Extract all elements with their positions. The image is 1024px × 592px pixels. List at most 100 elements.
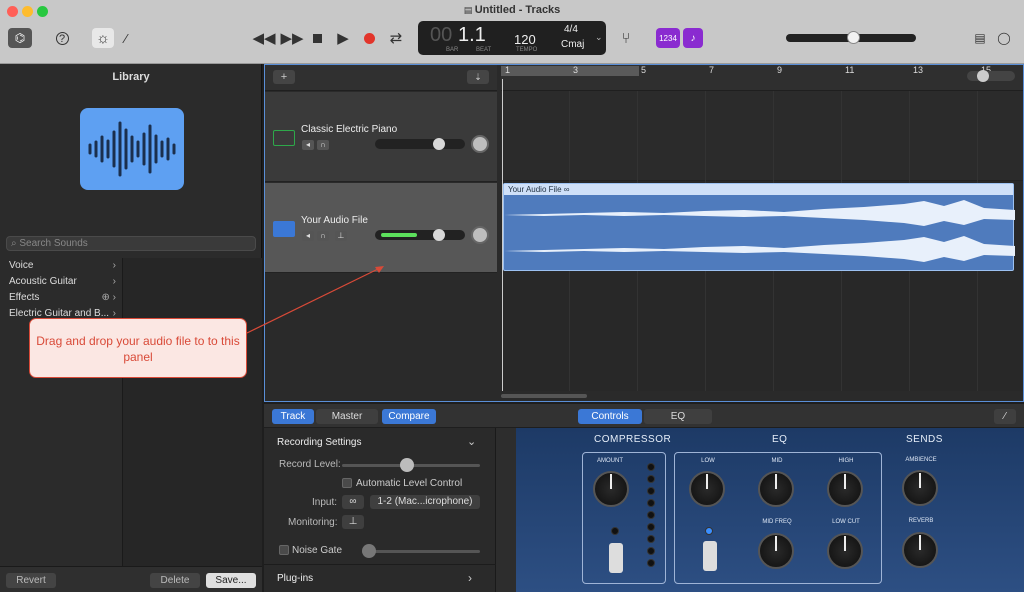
record-button[interactable] bbox=[362, 28, 376, 48]
low-cut-knob[interactable] bbox=[827, 533, 863, 569]
amount-label: AMOUNT bbox=[597, 458, 623, 464]
record-enable-button[interactable]: ⊥ bbox=[335, 231, 347, 241]
noise-gate-checkbox[interactable] bbox=[279, 545, 289, 555]
alc-checkbox[interactable] bbox=[342, 478, 352, 488]
smart-controls-button[interactable]: ☼ bbox=[92, 28, 114, 48]
fast-forward-button[interactable]: ▶▶ bbox=[280, 28, 304, 48]
mid-knob[interactable] bbox=[758, 471, 794, 507]
tab-compare[interactable]: Compare bbox=[382, 409, 436, 424]
tab-track[interactable]: Track bbox=[272, 409, 314, 424]
lcd-display[interactable]: 00 1.1 BAR BEAT 120 TEMPO 4/4 Cmaj ⌄ bbox=[418, 21, 606, 55]
tab-eq[interactable]: EQ bbox=[644, 409, 712, 424]
timeline-ruler[interactable]: 1 3 5 7 9 11 13 15 bbox=[501, 65, 1023, 91]
input-select[interactable]: 1-2 (Mac...icrophone) bbox=[370, 495, 480, 509]
library-button[interactable]: ⌬ bbox=[8, 28, 32, 48]
tempo-label: TEMPO bbox=[516, 47, 538, 53]
play-button[interactable]: ▶ bbox=[336, 28, 350, 48]
track-pan-knob[interactable] bbox=[471, 135, 489, 153]
level-meter bbox=[381, 233, 417, 237]
high-knob[interactable] bbox=[827, 471, 863, 507]
monitoring-button[interactable]: ⊥ bbox=[342, 515, 364, 529]
scrollbar-thumb[interactable] bbox=[501, 394, 587, 398]
library-item-acoustic-guitar[interactable]: Acoustic Guitar › bbox=[0, 274, 122, 290]
tuner-button[interactable]: ⑂ bbox=[618, 28, 634, 48]
fast-forward-icon: ▶▶ bbox=[280, 30, 304, 47]
mute-button[interactable]: ◂ bbox=[302, 140, 314, 150]
headphones-icon: ∩ bbox=[320, 140, 326, 149]
track-header-classic-electric-piano[interactable]: Classic Electric Piano ◂ ∩ bbox=[265, 92, 497, 182]
save-button[interactable]: Save... bbox=[206, 573, 256, 588]
track-lanes[interactable]: Your Audio File ∞ bbox=[501, 91, 1023, 391]
rewind-button[interactable]: ◀◀ bbox=[252, 28, 276, 48]
lcd-chevron-icon[interactable]: ⌄ bbox=[595, 32, 603, 43]
editors-button[interactable]: ∕ bbox=[118, 28, 134, 48]
track-volume-knob[interactable] bbox=[433, 229, 445, 241]
stop-icon bbox=[312, 33, 322, 43]
help-button[interactable]: ? bbox=[52, 28, 72, 48]
ambience-knob[interactable] bbox=[902, 470, 938, 506]
master-volume-slider[interactable] bbox=[786, 31, 916, 44]
master-volume-knob[interactable] bbox=[847, 31, 860, 44]
mute-button[interactable]: ◂ bbox=[302, 231, 314, 241]
solo-button[interactable]: ∩ bbox=[317, 231, 329, 241]
revert-button[interactable]: Revert bbox=[6, 573, 56, 588]
solo-button[interactable]: ∩ bbox=[317, 140, 329, 150]
count-in-button[interactable]: 1234 bbox=[656, 28, 680, 48]
catch-playhead-button[interactable]: ⇣ bbox=[467, 70, 489, 84]
tab-master[interactable]: Master bbox=[316, 409, 378, 424]
ruler-bar-1: 1 bbox=[505, 65, 511, 75]
delete-button[interactable]: Delete bbox=[150, 573, 200, 588]
notepad-button[interactable]: ▤ bbox=[972, 28, 988, 48]
eq-toggle-switch[interactable] bbox=[703, 541, 717, 571]
mid-label: MID bbox=[771, 458, 783, 464]
loops-button[interactable]: ◯ bbox=[996, 28, 1012, 48]
recording-settings-header[interactable]: Recording Settings bbox=[277, 437, 362, 448]
bar-beat-value: 1.1 bbox=[458, 24, 486, 46]
noise-gate-knob[interactable] bbox=[362, 544, 376, 558]
plugins-row[interactable]: Plug-ins › bbox=[264, 564, 496, 588]
chevron-down-icon[interactable]: ⌄ bbox=[467, 435, 476, 448]
metronome-button[interactable]: ♪ bbox=[683, 28, 703, 48]
record-level-knob[interactable] bbox=[400, 458, 414, 472]
pencil-icon: ∕ bbox=[124, 30, 128, 46]
track-lane-classic-electric-piano[interactable] bbox=[501, 91, 1023, 181]
download-chevron-icon: ⊕ › bbox=[101, 292, 117, 303]
tab-controls[interactable]: Controls bbox=[578, 409, 642, 424]
audio-region[interactable]: Your Audio File ∞ bbox=[503, 183, 1015, 271]
zoom-slider-knob[interactable] bbox=[977, 70, 989, 82]
add-track-button[interactable]: + bbox=[273, 70, 295, 84]
eq-title: EQ bbox=[772, 434, 788, 445]
speaker-mute-icon: ◂ bbox=[305, 140, 310, 149]
pencil-icon: ⁄ bbox=[1004, 411, 1006, 422]
track-volume-slider[interactable] bbox=[375, 229, 465, 241]
time-signature: 4/4 bbox=[564, 24, 578, 35]
playhead[interactable] bbox=[502, 79, 503, 391]
low-knob[interactable] bbox=[689, 471, 725, 507]
library-item-voice[interactable]: Voice › bbox=[0, 258, 122, 274]
record-level-slider[interactable] bbox=[342, 458, 480, 472]
library-search-input[interactable]: ⌕ Search Sounds bbox=[6, 236, 256, 251]
audio-region-header: Your Audio File ∞ bbox=[504, 184, 1013, 195]
play-icon: ▶ bbox=[337, 30, 349, 47]
mid-freq-knob[interactable] bbox=[758, 533, 794, 569]
pencil-edit-button[interactable]: ⁄ bbox=[994, 409, 1016, 424]
reverb-knob[interactable] bbox=[902, 532, 938, 568]
tracks-area[interactable]: + ⇣ Classic Electric Piano ◂ ∩ Your Audi… bbox=[264, 64, 1024, 402]
track-pan-knob[interactable] bbox=[471, 226, 489, 244]
track-volume-knob[interactable] bbox=[433, 138, 445, 150]
input-stereo-button[interactable]: ∞ bbox=[342, 495, 364, 509]
horizontal-zoom-slider[interactable] bbox=[967, 70, 1015, 82]
rewind-icon: ◀◀ bbox=[252, 30, 276, 47]
noise-gate-slider[interactable] bbox=[362, 544, 480, 558]
waveform-icon bbox=[88, 121, 176, 177]
amount-knob[interactable] bbox=[593, 471, 629, 507]
horizontal-scrollbar[interactable] bbox=[501, 392, 1023, 400]
stop-button[interactable] bbox=[310, 28, 324, 48]
cycle-region[interactable] bbox=[501, 66, 639, 76]
compressor-toggle-switch[interactable] bbox=[609, 543, 623, 573]
tempo-value: 120 bbox=[514, 32, 536, 47]
track-volume-slider[interactable] bbox=[375, 138, 465, 150]
track-header-your-audio-file[interactable]: Your Audio File ◂ ∩ ⊥ bbox=[265, 183, 497, 273]
cycle-button[interactable]: ⇄ bbox=[388, 28, 404, 48]
library-item-effects[interactable]: Effects ⊕ › bbox=[0, 290, 122, 306]
